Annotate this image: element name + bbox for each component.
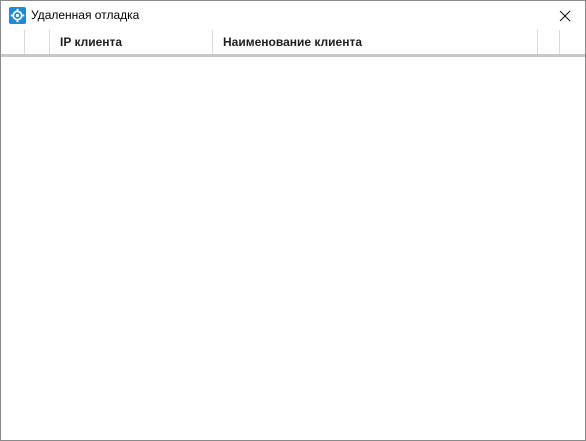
title-bar[interactable]: Удаленная отладка: [1, 1, 585, 30]
clients-grid[interactable]: IP клиента Наименование клиента: [1, 30, 585, 440]
column-header-client-name[interactable]: Наименование клиента: [213, 30, 538, 54]
window-title: Удаленная отладка: [31, 8, 140, 22]
column-header-client-name-label: Наименование клиента: [223, 35, 362, 49]
gear-icon: [9, 7, 26, 24]
close-icon: [559, 10, 571, 21]
remote-debug-window: Удаленная отладка IP клиента Наименовани…: [0, 0, 586, 441]
column-header-ip[interactable]: IP клиента: [50, 30, 213, 54]
grid-rows-area[interactable]: [1, 57, 585, 440]
column-header-select[interactable]: [25, 30, 50, 54]
close-button[interactable]: [545, 1, 585, 30]
column-header-ip-label: IP клиента: [60, 35, 123, 49]
column-header-extra-2[interactable]: [560, 30, 585, 54]
column-header-marker[interactable]: [1, 30, 25, 54]
grid-header: IP клиента Наименование клиента: [1, 30, 585, 57]
column-header-extra-1[interactable]: [538, 30, 560, 54]
